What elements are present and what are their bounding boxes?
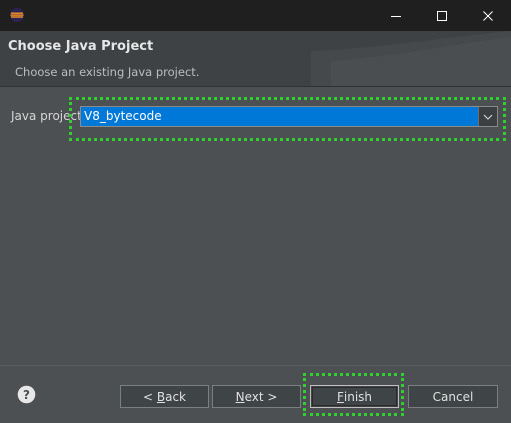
button-bar-divider xyxy=(0,365,511,366)
back-label-rest: ack xyxy=(165,389,186,404)
java-project-value: V8_bytecode xyxy=(84,109,162,123)
banner-decoration xyxy=(311,31,511,86)
banner-divider xyxy=(0,86,511,87)
help-icon[interactable]: ? xyxy=(17,385,36,404)
next-mnemonic: N xyxy=(235,389,245,404)
finish-button[interactable]: Finish xyxy=(310,385,399,408)
wizard-banner: Choose Java Project Choose an existing J… xyxy=(0,31,511,86)
svg-text:?: ? xyxy=(23,388,30,402)
next-button[interactable]: Next > xyxy=(212,385,301,408)
choose-java-project-dialog: Choose Java Project Choose an existing J… xyxy=(0,0,511,423)
maximize-button[interactable] xyxy=(419,0,465,31)
chevron-down-icon xyxy=(483,114,493,120)
java-project-combo[interactable]: V8_bytecode xyxy=(80,106,498,127)
back-prefix: < xyxy=(142,389,157,404)
minimize-icon xyxy=(391,15,401,17)
cancel-label: Cancel xyxy=(432,389,474,404)
title-bar xyxy=(0,0,511,31)
page-description: Choose an existing Java project. xyxy=(15,65,200,79)
back-button[interactable]: < Back xyxy=(120,385,209,408)
minimize-button[interactable] xyxy=(373,0,419,31)
next-label-rest: ext > xyxy=(244,389,278,404)
back-mnemonic: B xyxy=(156,389,166,404)
page-title: Choose Java Project xyxy=(8,39,154,54)
eclipse-icon xyxy=(10,8,24,22)
java-project-label: Java project: xyxy=(11,109,86,123)
finish-focus-ring xyxy=(312,387,397,406)
close-button[interactable] xyxy=(465,0,511,31)
close-icon xyxy=(483,10,493,21)
maximize-icon xyxy=(437,10,447,21)
cancel-button[interactable]: Cancel xyxy=(408,385,498,408)
dropdown-button[interactable] xyxy=(478,107,497,126)
